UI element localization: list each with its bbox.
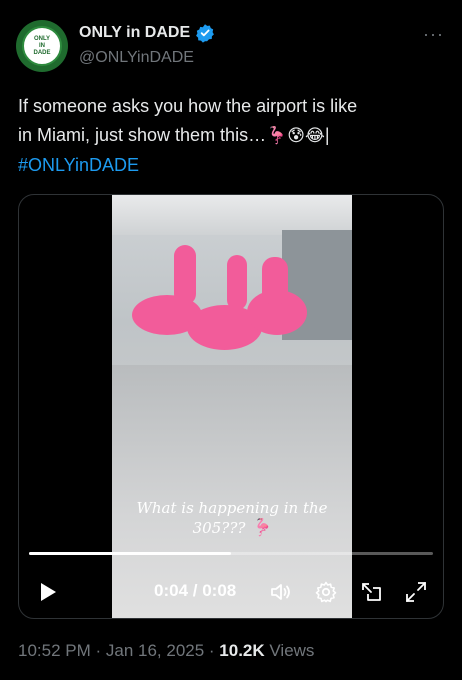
picture-in-picture-icon[interactable] [360,580,384,604]
meta-dot-2: · [204,641,220,660]
display-name[interactable]: ONLY in DADE [79,24,190,42]
tweet-text-line1: If someone asks you how the airport is l… [18,96,358,116]
volume-icon[interactable] [269,580,293,604]
duration: 0:08 [202,581,237,600]
video-caption-line2: 305??? [192,519,246,537]
meta-dot-1: · [90,641,106,660]
tweet-emojis: 🦩😰😂 [266,126,325,146]
video-caption-emoji: 🦩 [250,518,272,538]
post-time[interactable]: 10:52 PM [18,641,91,660]
video-time: 0:04 / 0:08 [154,581,236,601]
views-count: 10.2K [219,641,265,660]
avatar-badge: ONLY IN DADE [22,26,62,66]
video-ceiling [112,195,352,235]
video-player[interactable]: What is happening in the 305??? 🦩 0:04 /… [18,194,444,619]
avatar-text-1: ONLY [33,35,51,42]
current-time: 0:04 [154,581,189,600]
settings-gear-icon[interactable] [314,580,338,604]
more-options-icon[interactable]: ··· [423,24,444,45]
play-icon[interactable] [37,581,59,603]
video-caption-line1: What is happening in the [136,499,328,517]
post-date[interactable]: Jan 16, 2025 [106,641,204,660]
avatar-text-2: IN [39,42,45,49]
fullscreen-icon[interactable] [404,580,428,604]
views-label: Views [264,641,315,660]
video-progress-fill [29,552,231,555]
tweet-text: If someone asks you how the airport is l… [18,92,448,180]
tweet-text-line2: in Miami, just show them this… [18,125,267,145]
avatar-text-3: DADE [33,49,51,56]
video-caption: What is happening in the 305??? 🦩 [112,498,352,538]
flamingo-neck-3 [262,257,288,305]
avatar[interactable]: ONLY IN DADE [16,20,68,72]
verified-badge-icon [196,24,215,43]
author-name-row: ONLY in DADE [79,23,215,43]
author-handle[interactable]: @ONLYinDADE [79,49,194,67]
tweet-meta: 10:52 PM · Jan 16, 2025 · 10.2K Views [18,641,314,661]
video-progress-bar[interactable] [29,552,433,555]
flamingo-neck-2 [227,255,247,310]
tweet-trailing: | [324,125,330,145]
time-separator: / [188,581,203,600]
hashtag-link[interactable]: #ONLYinDADE [18,155,139,175]
flamingo-neck-1 [174,245,196,305]
